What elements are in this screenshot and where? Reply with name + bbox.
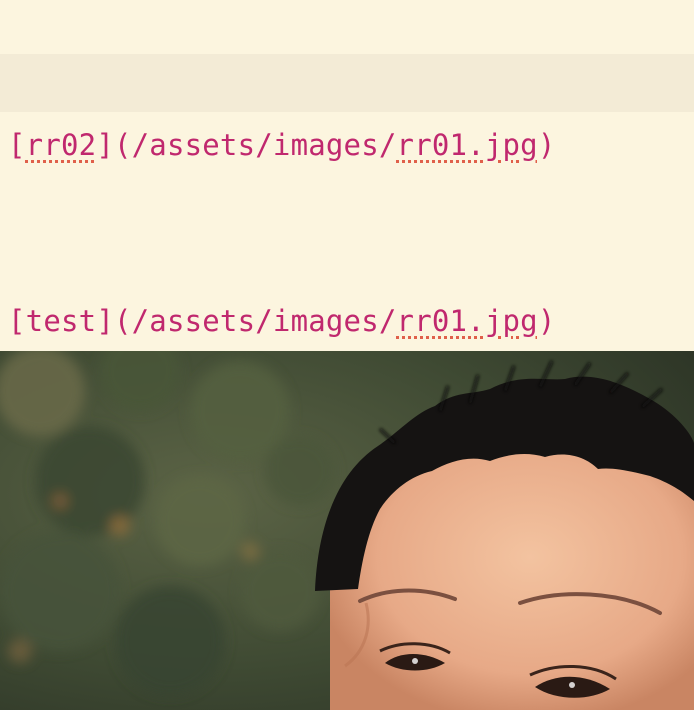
active-line-highlight (0, 54, 694, 112)
image-path-prefix: ](/assets/images/ (96, 128, 397, 162)
open-bracket: [ (8, 304, 26, 338)
alt-text-misspelled[interactable]: rr02 (26, 128, 97, 162)
markdown-image-link-line[interactable]: [rr02](/assets/images/rr01.jpg) (8, 127, 555, 163)
child-portrait-photo (0, 351, 694, 710)
close-paren: ) (537, 304, 556, 338)
alt-text[interactable]: test (26, 304, 97, 338)
open-bracket: [ (8, 128, 26, 162)
markdown-editor[interactable]: [rr02](/assets/images/rr01.jpg) [test](/… (0, 0, 694, 710)
image-path-prefix: ](/assets/images/ (96, 304, 397, 338)
file-name-misspelled[interactable]: rr01.jpg (397, 128, 538, 162)
markdown-image-link-line[interactable]: [test](/assets/images/rr01.jpg) (8, 303, 555, 339)
inline-image-preview[interactable] (0, 351, 694, 710)
file-name-misspelled[interactable]: rr01.jpg (397, 304, 538, 338)
close-paren: ) (537, 128, 556, 162)
